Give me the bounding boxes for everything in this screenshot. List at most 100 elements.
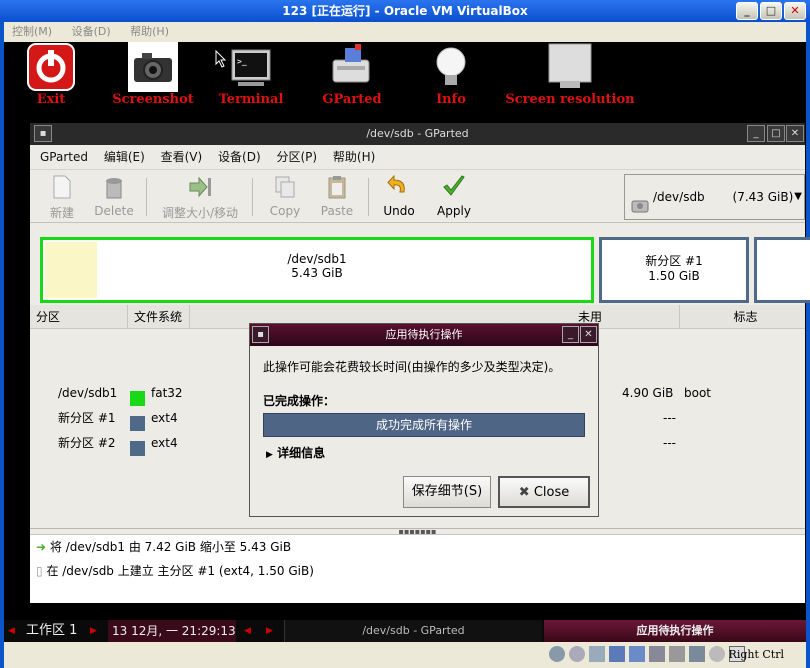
gparted-menu-bar: GParted 编辑(E) 查看(V) 设备(D) 分区(P) 帮助(H) <box>30 145 805 169</box>
optical-drive-icon[interactable] <box>569 646 585 662</box>
window-menu-icon[interactable]: ▪ <box>34 125 52 142</box>
resize-move-button[interactable]: 调整大小/移动 <box>154 174 246 221</box>
minimize-button[interactable]: _ <box>747 125 765 142</box>
device-selector[interactable]: /dev/sdb (7.43 GiB) ▼ <box>624 174 805 220</box>
paste-button[interactable]: Paste <box>314 174 360 218</box>
minimize-button[interactable]: _ <box>736 2 758 20</box>
network-icon[interactable] <box>629 646 645 662</box>
window-title: 123 [正在运行] - Oracle VM VirtualBox <box>282 4 528 18</box>
virtualbox-menu-bar: 控制(M) 设备(D) 帮助(H) <box>4 22 806 42</box>
mouse-cursor-icon <box>215 49 227 71</box>
menu-view[interactable]: 查看(V) <box>161 150 203 164</box>
column-filesystem[interactable]: 文件系统 <box>128 305 190 329</box>
gparted-toolbar: 新建 Delete 调整大小/移动 Copy Paste Undo Apply … <box>30 169 805 223</box>
display-icon[interactable] <box>649 646 665 662</box>
usb-icon[interactable] <box>589 646 605 662</box>
gparted-title: /dev/sdb - GParted <box>366 127 469 140</box>
completed-label: 已完成操作： <box>263 394 336 408</box>
menu-control[interactable]: 控制(M) <box>12 25 52 38</box>
task-gparted[interactable]: /dev/sdb - GParted <box>284 620 542 642</box>
copy-button[interactable]: Copy <box>262 174 308 218</box>
workspace-prev-button[interactable]: ◀ <box>8 620 22 642</box>
partition-graph-sdb1[interactable]: /dev/sdb1 5.43 GiB <box>40 237 594 303</box>
new-document-icon <box>49 174 75 200</box>
launcher-screenshot[interactable]: Screenshot <box>108 42 198 107</box>
paste-icon <box>324 174 350 200</box>
maximize-button[interactable]: □ <box>760 2 782 20</box>
monitor-icon <box>545 42 595 92</box>
workspace-label[interactable]: 工作区 1 <box>26 620 88 642</box>
menu-help[interactable]: 帮助(H) <box>333 150 375 164</box>
virtualbox-title-bar: 123 [正在运行] - Oracle VM VirtualBox _ □ ✕ <box>0 0 810 22</box>
harddisk-icon[interactable] <box>549 646 565 662</box>
partition-graph: /dev/sdb1 5.43 GiB 新分区 #1 1.50 GiB <box>30 233 810 303</box>
partition-graph-new2[interactable] <box>754 237 810 303</box>
power-icon <box>26 42 76 92</box>
clock: 13 12月, 一 21:29:13 <box>108 620 236 642</box>
launcher-exit[interactable]: Exit <box>22 42 80 107</box>
apply-operations-dialog: ▪ 应用待执行操作 _ ✕ 此操作可能会花费较长时间(由操作的多少及类型决定)。… <box>249 323 599 517</box>
maximize-button[interactable]: □ <box>767 125 785 142</box>
details-expander[interactable]: ▶ 详细信息 <box>266 444 325 461</box>
checkmark-icon <box>441 174 467 200</box>
close-button[interactable]: ✕ <box>784 2 806 20</box>
launcher-screen-resolution[interactable]: Screen resolution <box>504 42 636 107</box>
save-details-button[interactable]: 保存细节(S) <box>403 476 491 508</box>
mouse-integration-icon[interactable] <box>709 646 725 662</box>
gparted-icon <box>327 42 377 92</box>
new-button[interactable]: 新建 <box>40 174 84 221</box>
progress-bar: 成功完成所有操作 <box>263 413 585 437</box>
taskbar-next-button[interactable]: ▶ <box>266 620 280 642</box>
close-button[interactable]: ✕ <box>786 125 804 142</box>
taskbar-prev-button[interactable]: ◀ <box>244 620 258 642</box>
terminal-icon: >_ <box>226 42 276 92</box>
minimize-button[interactable]: _ <box>562 326 579 343</box>
launcher-label: Screenshot <box>112 92 194 107</box>
toolbar-separator <box>368 178 369 216</box>
resize-arrow-icon <box>187 174 213 200</box>
column-flags[interactable]: 标志 <box>680 305 805 329</box>
lightbulb-icon <box>426 42 476 92</box>
gparted-title-bar: ▪ /dev/sdb - GParted _ □ ✕ <box>30 123 805 145</box>
window-menu-icon[interactable]: ▪ <box>252 326 269 343</box>
list-item[interactable]: ➜ 将 /dev/sdb1 由 7.42 GiB 缩小至 5.43 GiB <box>30 535 805 559</box>
menu-partition[interactable]: 分区(P) <box>276 150 317 164</box>
shared-folder-icon[interactable] <box>609 646 625 662</box>
close-dialog-button[interactable]: ✖ Close <box>498 476 590 508</box>
guest-taskbar: ◀ 工作区 1 ▶ 13 12月, 一 21:29:13 ◀ ▶ /dev/sd… <box>4 620 806 642</box>
toolbar-separator <box>252 178 253 216</box>
menu-gparted[interactable]: GParted <box>40 150 88 164</box>
fs-color-swatch <box>130 436 145 461</box>
close-button[interactable]: ✕ <box>580 326 597 343</box>
launcher-gparted[interactable]: GParted <box>320 42 384 107</box>
close-icon: ✖ <box>518 485 530 500</box>
delete-button[interactable]: Delete <box>90 174 138 218</box>
task-apply-dialog[interactable]: 应用待执行操作 <box>544 620 806 642</box>
resize-arrow-icon: ➜ <box>36 540 47 554</box>
menu-devices[interactable]: 设备(D) <box>72 25 111 38</box>
launcher-label: Terminal <box>218 92 284 107</box>
undo-icon <box>386 174 412 200</box>
disk-icon <box>631 189 649 233</box>
partition-graph-new1[interactable]: 新分区 #1 1.50 GiB <box>599 237 749 303</box>
status-icons <box>549 646 745 662</box>
list-item[interactable]: ▯ 在 /dev/sdb 上建立 主分区 #1 (ext4, 1.50 GiB) <box>30 559 805 583</box>
dialog-message: 此操作可能会花费较长时间(由操作的多少及类型决定)。 <box>263 360 561 374</box>
toolbar-separator <box>146 178 147 216</box>
video-capture-icon[interactable] <box>669 646 685 662</box>
trash-icon <box>101 174 127 200</box>
workspace-next-button[interactable]: ▶ <box>90 620 104 642</box>
apply-button[interactable]: Apply <box>430 174 478 218</box>
launcher-info[interactable]: Info <box>424 42 478 107</box>
column-partition[interactable]: 分区 <box>30 305 128 329</box>
menu-help[interactable]: 帮助(H) <box>130 25 169 38</box>
camera-icon <box>128 42 178 92</box>
cpu-icon[interactable] <box>689 646 705 662</box>
menu-edit[interactable]: 编辑(E) <box>104 150 145 164</box>
chevron-down-icon: ▼ <box>794 191 802 202</box>
svg-text:>_: >_ <box>237 57 247 66</box>
expander-arrow-icon: ▶ <box>266 450 273 460</box>
undo-button[interactable]: Undo <box>378 174 420 218</box>
menu-device[interactable]: 设备(D) <box>218 150 261 164</box>
dialog-title: 应用待执行操作 <box>385 328 463 341</box>
